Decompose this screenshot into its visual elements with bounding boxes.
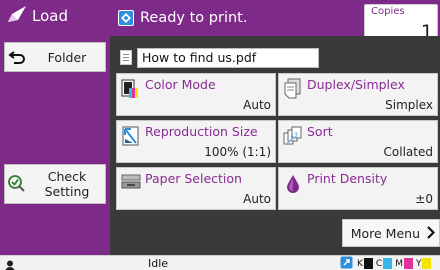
svg-text:3: 3 — [294, 132, 298, 139]
toner-k: K — [357, 258, 373, 269]
left-panel: Load Folder Check Setting — [0, 0, 110, 255]
network-icon — [340, 254, 353, 270]
back-arrow-icon — [5, 50, 29, 64]
paper-selection-tile[interactable]: Paper Selection Auto — [116, 167, 276, 210]
paper-selection-value: Auto — [243, 192, 271, 206]
user-icon[interactable] — [5, 257, 15, 270]
sort-label: Sort — [307, 124, 333, 139]
color-mode-tile[interactable]: Color Mode Auto — [116, 73, 276, 116]
folder-button[interactable]: Folder — [4, 42, 106, 72]
print-density-tile[interactable]: Print Density ±0 — [278, 167, 438, 210]
duplex-simplex-value: Simplex — [385, 98, 433, 112]
toner-m-label: M — [395, 258, 403, 269]
toner-k-bar — [363, 258, 373, 269]
check-magnifier-icon — [5, 174, 29, 194]
toner-m-bar — [403, 258, 413, 269]
more-menu-label: More Menu — [350, 225, 420, 241]
file-name-field[interactable]: How to find us.pdf — [137, 48, 319, 68]
toner-y-bar — [422, 258, 432, 269]
duplex-simplex-label: Duplex/Simplex — [307, 77, 405, 92]
check-setting-button[interactable]: Check Setting — [4, 164, 106, 204]
print-density-value: ±0 — [415, 192, 433, 206]
paper-tray-icon — [121, 172, 141, 194]
toner-y-label: Y — [415, 258, 422, 269]
check-setting-label: Check Setting — [44, 169, 90, 199]
device-state: Idle — [148, 257, 169, 270]
density-drop-icon — [283, 172, 303, 194]
toner-levels[interactable]: K C M Y — [340, 254, 434, 270]
bottom-status-bar: Idle K C M Y — [0, 255, 440, 270]
sort-tile[interactable]: 1 2 3 Sort Collated — [278, 120, 438, 163]
toner-m: M — [395, 258, 413, 269]
toner-c: C — [375, 258, 393, 269]
sort-value: Collated — [383, 145, 433, 159]
toner-k-label: K — [357, 258, 363, 269]
status-bar-top: Ready to print. Copies 1 — [110, 0, 440, 46]
toner-y: Y — [416, 258, 432, 269]
color-mode-value: Auto — [243, 98, 271, 112]
sort-icon: 1 2 3 — [283, 125, 303, 147]
load-icon — [6, 4, 28, 28]
duplex-simplex-tile[interactable]: Duplex/Simplex Simplex — [278, 73, 438, 116]
paper-selection-label: Paper Selection — [145, 171, 242, 186]
file-icon — [120, 50, 132, 65]
more-menu-button[interactable]: More Menu — [342, 219, 440, 247]
reproduction-size-tile[interactable]: Reproduction Size 100% (1:1) — [116, 120, 276, 163]
color-mode-label: Color Mode — [145, 77, 216, 92]
reproduction-size-label: Reproduction Size — [145, 124, 258, 139]
color-mode-icon — [121, 78, 141, 100]
toner-c-bar — [383, 258, 393, 269]
load-title: Load — [32, 7, 68, 25]
duplex-icon — [283, 78, 303, 100]
print-density-label: Print Density — [307, 171, 388, 186]
ready-icon — [118, 10, 134, 26]
chevron-right-icon — [426, 224, 436, 243]
reproduction-size-icon — [121, 125, 141, 147]
copies-label: Copies — [371, 6, 405, 17]
toner-c-label: C — [375, 258, 383, 269]
folder-label: Folder — [47, 49, 87, 65]
status-message: Ready to print. — [140, 10, 248, 26]
reproduction-size-value: 100% (1:1) — [204, 145, 271, 159]
load-header[interactable]: Load — [0, 0, 110, 32]
main-area: How to find us.pdf Color Mode Auto Duple… — [110, 36, 440, 255]
